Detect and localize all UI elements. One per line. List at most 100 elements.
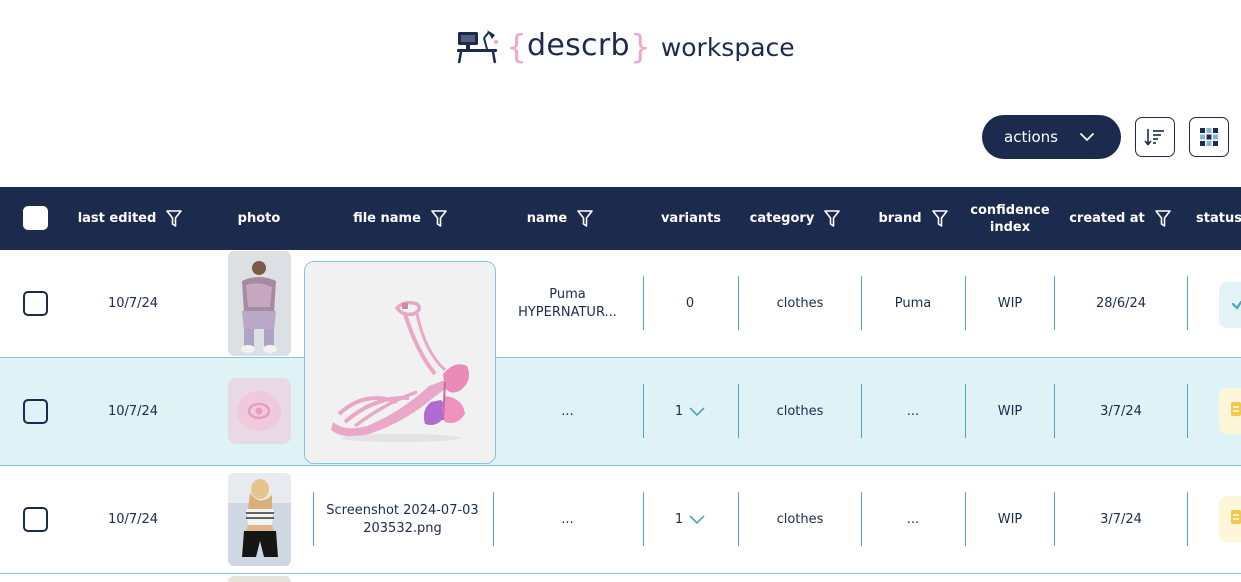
chevron-down-icon (1080, 133, 1094, 141)
logo-wordmark: descrb (527, 28, 630, 63)
column-divider (861, 384, 862, 438)
chevron-down-icon[interactable] (689, 406, 705, 417)
product-thumbnail[interactable] (228, 378, 291, 444)
col-file-name[interactable]: file name (340, 187, 460, 250)
last-edited-cell: 10/7/24 (107, 403, 159, 419)
category-cell: clothes (776, 403, 824, 419)
row-checkbox[interactable] (23, 399, 48, 424)
category-cell: clothes (776, 295, 824, 311)
grid-view-button[interactable] (1189, 117, 1229, 157)
app-logo: { descrb } workspace (456, 26, 795, 66)
category-cell: clothes (776, 511, 824, 527)
filter-icon[interactable] (931, 209, 948, 228)
photo-preview-popup (304, 261, 496, 464)
product-thumbnail[interactable] (228, 251, 291, 356)
column-divider (313, 492, 314, 546)
select-all-checkbox[interactable] (23, 206, 48, 230)
column-divider (643, 384, 644, 438)
file-name-line1: Screenshot 2024-07-03 (326, 502, 479, 518)
table-row[interactable]: 10/7/24 Puma HYPERNATUR... 0 clothes Pum… (0, 250, 1241, 358)
brand-cell: ... (906, 403, 920, 419)
grid-view-icon (1200, 128, 1218, 146)
actions-button[interactable]: actions (982, 115, 1121, 159)
filter-icon[interactable] (166, 209, 183, 228)
filter-icon[interactable] (1154, 209, 1171, 228)
col-created-at-label: created at (1069, 211, 1145, 226)
name-cell-line2: HYPERNATUR... (518, 304, 617, 320)
variants-cell[interactable]: 1 (645, 466, 735, 573)
col-category-label: category (749, 211, 815, 226)
col-variants: variants (650, 187, 732, 250)
column-divider (1054, 492, 1055, 546)
last-edited-cell: 10/7/24 (107, 295, 159, 311)
table-header: last edited photo file name name variant… (0, 187, 1241, 250)
confidence-cell: WIP (997, 403, 1023, 419)
status-badge[interactable] (1219, 282, 1241, 328)
col-confidence-label-line1: confidence (970, 202, 1050, 218)
col-last-edited-label: last edited (77, 211, 157, 226)
col-status-label: status (1196, 211, 1241, 226)
filter-icon[interactable] (431, 209, 447, 228)
column-divider (861, 276, 862, 330)
variants-cell[interactable]: 1 (645, 358, 735, 465)
col-category[interactable]: category (745, 187, 845, 250)
column-divider (1187, 492, 1188, 546)
column-divider (861, 492, 862, 546)
col-photo-label: photo (237, 211, 281, 226)
status-badge[interactable] (1219, 496, 1241, 542)
column-divider (965, 492, 966, 546)
table-row[interactable]: 10/7/24 ... 1 clothes ... WIP 3/7/24 (0, 358, 1241, 466)
column-divider (965, 276, 966, 330)
col-created-at[interactable]: created at (1060, 187, 1180, 250)
col-brand-label: brand (878, 211, 922, 226)
created-at-cell: 3/7/24 (1100, 403, 1142, 419)
actions-button-label: actions (1004, 128, 1058, 146)
col-status: status (1196, 187, 1241, 250)
chevron-down-icon[interactable] (689, 514, 705, 525)
column-divider (643, 276, 644, 330)
variants-cell: 0 (685, 295, 695, 311)
product-thumbnail[interactable] (228, 576, 291, 582)
variants-count: 1 (674, 403, 684, 419)
col-last-edited[interactable]: last edited (70, 187, 190, 250)
status-badge[interactable] (1219, 388, 1241, 434)
column-divider (1187, 276, 1188, 330)
name-cell: Puma HYPERNATUR... (500, 250, 635, 357)
column-divider (643, 492, 644, 546)
row-checkbox[interactable] (23, 507, 48, 532)
column-divider (1054, 276, 1055, 330)
col-confidence-index: confidence index (966, 187, 1054, 250)
shoe-preview-image (305, 262, 495, 463)
sort-icon (1144, 129, 1164, 146)
column-divider (1054, 384, 1055, 438)
filter-icon[interactable] (577, 209, 593, 228)
created-at-cell: 28/6/24 (1095, 295, 1147, 311)
col-name[interactable]: name (515, 187, 605, 250)
brand-cell: ... (906, 511, 920, 527)
column-divider (965, 384, 966, 438)
desk-lamp-icon (457, 30, 498, 64)
brand-cell: Puma (894, 295, 932, 311)
row-checkbox[interactable] (23, 291, 48, 316)
column-divider (1187, 384, 1188, 438)
col-confidence-label-line2: index (989, 219, 1031, 235)
variants-count: 1 (674, 511, 684, 527)
col-brand[interactable]: brand (868, 187, 958, 250)
logo-workspace-label: workspace (660, 33, 795, 62)
table-row[interactable]: 10/7/24 Screenshot 2024-07-03 203532.png… (0, 466, 1241, 574)
name-cell: ... (561, 403, 574, 419)
sort-button[interactable] (1135, 117, 1175, 157)
col-file-name-label: file name (353, 211, 421, 226)
file-name-line2: 203532.png (363, 520, 442, 536)
col-name-label: name (526, 211, 568, 226)
confidence-cell: WIP (997, 295, 1023, 311)
column-divider (738, 276, 739, 330)
product-thumbnail[interactable] (228, 473, 291, 566)
filter-icon[interactable] (824, 209, 841, 228)
logo-brace-open: { (506, 26, 527, 66)
logo-brace-close: } (629, 26, 651, 66)
last-edited-cell: 10/7/24 (107, 511, 159, 527)
col-photo: photo (225, 187, 293, 250)
column-divider (738, 384, 739, 438)
name-cell: ... (561, 511, 574, 527)
